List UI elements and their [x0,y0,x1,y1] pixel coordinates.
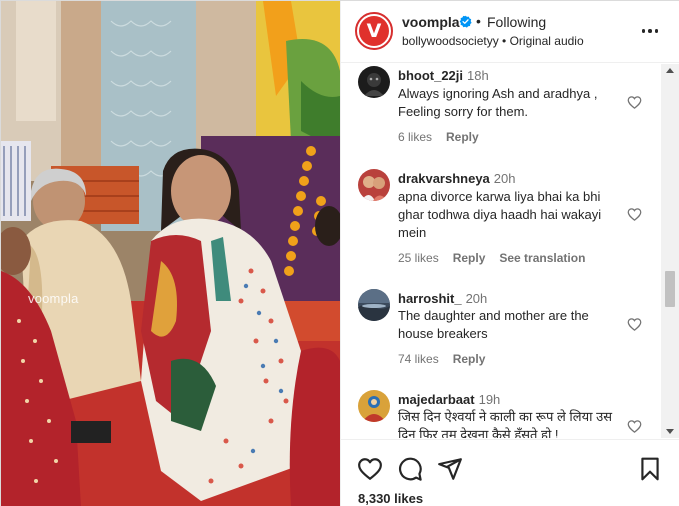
video-frame-image [1,1,340,506]
comment-username[interactable]: bhoot_22ji [398,68,463,83]
comment-heart-icon[interactable] [627,95,642,110]
comment-avatar[interactable] [358,289,390,321]
comments-scrollbar[interactable] [661,64,679,438]
post-actions: 8,330 likes [341,439,679,506]
reply-button[interactable]: Reply [446,130,479,144]
post-sidebar: V voompla • Following bollywoodsocietyy … [340,1,679,506]
verified-badge-icon [459,15,472,28]
scroll-up-arrow-icon[interactable] [666,68,674,73]
comment-time[interactable]: 20h [466,291,488,306]
comment-item: bhoot_22ji 18h Always ignoring Ash and ar… [341,64,661,159]
header-separator: • [476,13,481,29]
comment-time[interactable]: 20h [494,171,516,186]
share-icon[interactable] [437,456,463,482]
comment-header: bhoot_22ji 18h [398,68,489,83]
comment-time[interactable]: 19h [479,392,501,407]
comment-meta: 25 likes Reply See translation [398,251,599,265]
comment-username[interactable]: drakvarshneya [398,171,490,186]
comment-heart-icon[interactable] [627,207,642,222]
comment-text: Always ignoring Ash and aradhya , Feelin… [398,86,598,119]
following-button[interactable]: Following [487,14,546,30]
comment-text: The daughter and mother are the house br… [398,308,589,341]
reply-button[interactable]: Reply [453,352,486,366]
comment-icon[interactable] [397,456,423,482]
comment-username[interactable]: majedarbaat [398,392,475,407]
comment-item: majedarbaat 19h जिस दिन ऐश्वर्या ने काली … [341,389,661,438]
comment-meta: 74 likes Reply [398,352,499,366]
post-likes-count[interactable]: 8,330 likes [358,491,423,506]
comment-header: harroshit_ 20h [398,291,487,306]
comment-header: drakvarshneya 20h [398,171,515,186]
heart-icon[interactable] [357,456,383,482]
post-dialog: voompla V voompla • Following bollywoods… [0,0,679,506]
video-watermark: voompla [28,291,79,306]
comment-meta: 6 likes Reply [398,130,493,144]
comment-text: जिस दिन ऐश्वर्या ने काली का रूप ले लिया … [398,409,613,438]
comment-username[interactable]: harroshit_ [398,291,462,306]
comments-list: bhoot_22ji 18h Always ignoring Ash and ar… [341,64,661,438]
scroll-down-arrow-icon[interactable] [666,429,674,434]
avatar-logo: V [359,16,389,46]
post-video[interactable]: voompla [1,1,340,506]
comment-likes[interactable]: 6 likes [398,130,432,144]
comment-header: majedarbaat 19h [398,392,500,407]
comment-avatar[interactable] [358,390,390,422]
comment-likes[interactable]: 25 likes [398,251,439,265]
scrollbar-thumb[interactable] [665,271,675,307]
comment-time[interactable]: 18h [467,68,489,83]
comment-heart-icon[interactable] [627,317,642,332]
post-header: V voompla • Following bollywoodsocietyy … [341,1,679,63]
comment-avatar[interactable] [358,66,390,98]
reply-button[interactable]: Reply [453,251,486,265]
post-subtitle[interactable]: bollywoodsocietyy • Original audio [402,34,584,48]
bookmark-icon[interactable] [637,456,663,482]
account-avatar[interactable]: V [355,12,393,50]
comment-avatar[interactable] [358,169,390,201]
account-username[interactable]: voompla [402,14,460,30]
comment-text: apna divorce karwa liya bhai ka bhi ghar… [398,189,602,240]
comment-item: harroshit_ 20h The daughter and mother ar… [341,288,661,383]
see-translation-button[interactable]: See translation [499,251,585,265]
comment-heart-icon[interactable] [627,419,642,434]
comment-item: drakvarshneya 20h apna divorce karwa liya… [341,167,661,277]
more-options-icon[interactable] [640,21,660,41]
comment-likes[interactable]: 74 likes [398,352,439,366]
